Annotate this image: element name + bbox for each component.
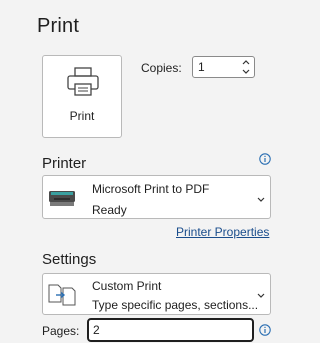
pages-info-icon[interactable] [259, 324, 271, 336]
pages-label: Pages: [42, 324, 80, 338]
chevron-down-icon [257, 293, 265, 298]
copies-stepper[interactable] [192, 56, 255, 78]
printer-icon [67, 67, 99, 96]
chevron-down-icon[interactable] [240, 67, 252, 76]
custom-print-icon [48, 284, 76, 306]
printer-device-icon [49, 191, 75, 206]
settings-heading: Settings [42, 251, 97, 268]
print-button[interactable]: Print [42, 55, 122, 138]
copies-label: Copies: [141, 61, 182, 75]
printer-status: Ready [92, 203, 127, 217]
copies-input[interactable] [193, 57, 246, 77]
pages-field[interactable] [87, 318, 254, 342]
pages-input[interactable] [89, 320, 253, 340]
settings-dropdown[interactable]: Custom Print Type specific pages, sectio… [42, 273, 271, 315]
printer-name: Microsoft Print to PDF [92, 182, 210, 196]
printer-properties-link[interactable]: Printer Properties [176, 225, 269, 239]
printer-info-icon[interactable] [259, 153, 271, 165]
chevron-up-icon[interactable] [240, 58, 252, 67]
printer-heading: Printer [42, 155, 87, 172]
print-button-label: Print [69, 109, 95, 123]
settings-description: Type specific pages, sections... [92, 298, 259, 312]
page-title: Print [37, 15, 80, 37]
printer-dropdown[interactable]: Microsoft Print to PDF Ready [42, 175, 271, 219]
chevron-down-icon [257, 197, 265, 202]
settings-name: Custom Print [92, 279, 162, 293]
